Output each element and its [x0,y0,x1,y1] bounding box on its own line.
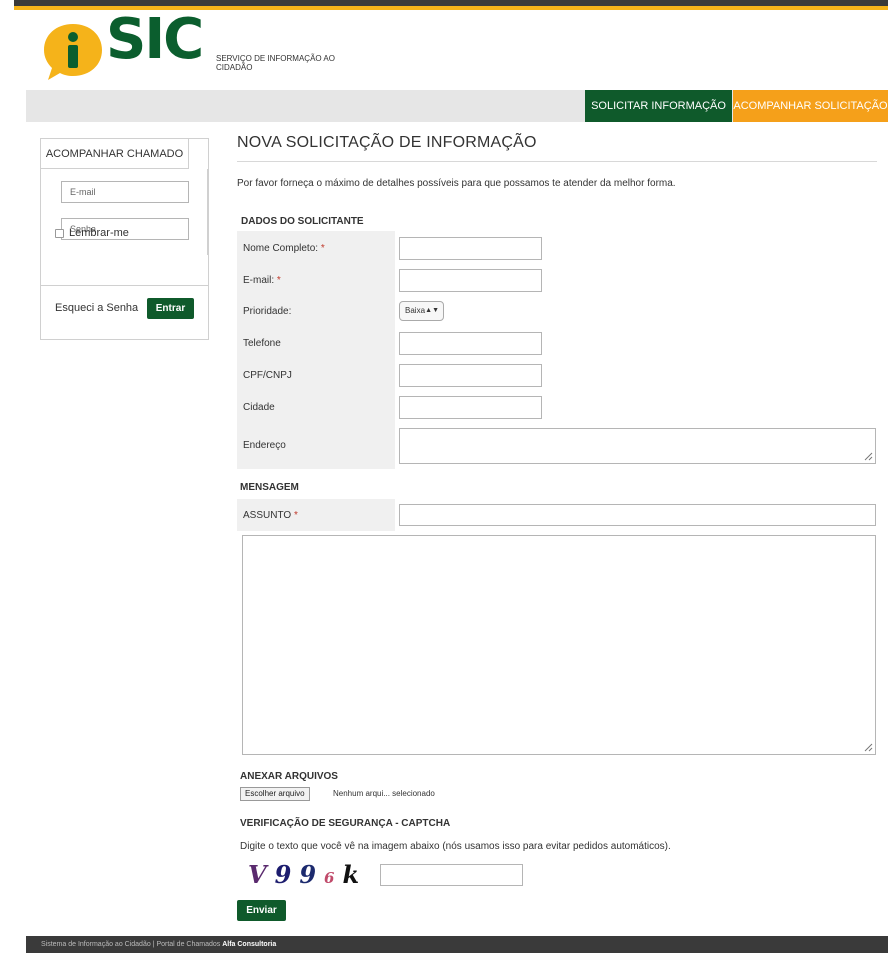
nome-label: Nome Completo: * [243,243,325,254]
choose-file-button[interactable]: Escolher arquivo [240,787,310,801]
nome-field[interactable] [399,237,542,260]
assunto-field[interactable] [399,504,876,526]
login-panel: ACOMPANHAR CHAMADO E-mail Senha Lembrar-… [40,138,209,340]
submit-button[interactable]: Enviar [237,900,286,921]
resize-grip-icon[interactable] [864,743,873,752]
divider [237,161,877,162]
section-captcha-heading: VERIFICAÇÃO DE SEGURANÇA - CAPTCHA [240,818,451,829]
remember-me-row[interactable]: Lembrar-me [55,227,129,239]
select-arrows-icon: ▲▼ [425,307,439,314]
captcha-instruction: Digite o texto que você vê na imagem aba… [240,841,671,852]
endereco-field[interactable] [399,428,876,464]
assunto-label: ASSUNTO * [243,510,298,521]
tab-acompanhar-chamado[interactable]: ACOMPANHAR CHAMADO [41,139,189,169]
remember-me-label: Lembrar-me [69,227,129,239]
logo-text: SIC [106,7,204,72]
prioridade-label: Prioridade: [243,306,292,317]
nav-acompanhar-solicitacao[interactable]: ACOMPANHAR SOLICITAÇÃO [733,90,888,122]
cpf-label: CPF/CNPJ [243,370,292,381]
captcha-char: 9 [274,860,292,889]
footer-company[interactable]: Alfa Consultoria [222,941,276,948]
section-mensagem-heading: MENSAGEM [240,482,299,493]
logo-subtitle: SERVIÇO DE INFORMAÇÃO AO CIDADÃO [216,54,335,72]
login-button[interactable]: Entrar [147,298,194,319]
label-column [237,231,395,469]
captcha-field[interactable] [380,864,523,886]
resize-grip-icon[interactable] [864,452,873,461]
intro-text: Por favor forneça o máximo de detalhes p… [237,178,676,189]
captcha-char: k [342,860,360,889]
message-textarea[interactable] [242,535,876,755]
email-label: E-mail: * [243,275,281,286]
captcha-char: 9 [299,860,317,889]
endereco-label: Endereço [243,440,286,451]
main-navbar: SOLICITAR INFORMAÇÃO ACOMPANHAR SOLICITA… [26,90,888,122]
login-panel-body: E-mail Senha [41,169,208,255]
section-anexar-heading: ANEXAR ARQUIVOS [240,771,338,782]
prioridade-select[interactable]: Baixa ▲▼ [399,301,444,321]
captcha-char: 6 [324,869,335,887]
prioridade-value: Baixa [405,306,426,315]
file-status: Nenhum arqui... selecionado [333,789,435,798]
cidade-label: Cidade [243,402,275,413]
forgot-password-link[interactable]: Esqueci a Senha [55,302,138,314]
page-title: NOVA SOLICITAÇÃO DE INFORMAÇÃO [237,134,537,151]
telefone-field[interactable] [399,332,542,355]
captcha-char: V [248,860,267,889]
nav-solicitar-informacao[interactable]: SOLICITAR INFORMAÇÃO [585,90,732,122]
login-email-field[interactable]: E-mail [61,181,189,203]
info-bubble-icon [44,24,102,80]
divider [41,285,208,286]
section-dados-heading: DADOS DO SOLICITANTE [241,216,364,227]
cidade-field[interactable] [399,396,542,419]
remember-me-checkbox[interactable] [55,228,64,238]
footer-text: Sistema de Informação ao Cidadão | Porta… [41,941,223,948]
email-field[interactable] [399,269,542,292]
captcha-image: V996k [248,860,367,890]
footer: Sistema de Informação ao Cidadão | Porta… [26,936,888,953]
cpf-field[interactable] [399,364,542,387]
telefone-label: Telefone [243,338,281,349]
